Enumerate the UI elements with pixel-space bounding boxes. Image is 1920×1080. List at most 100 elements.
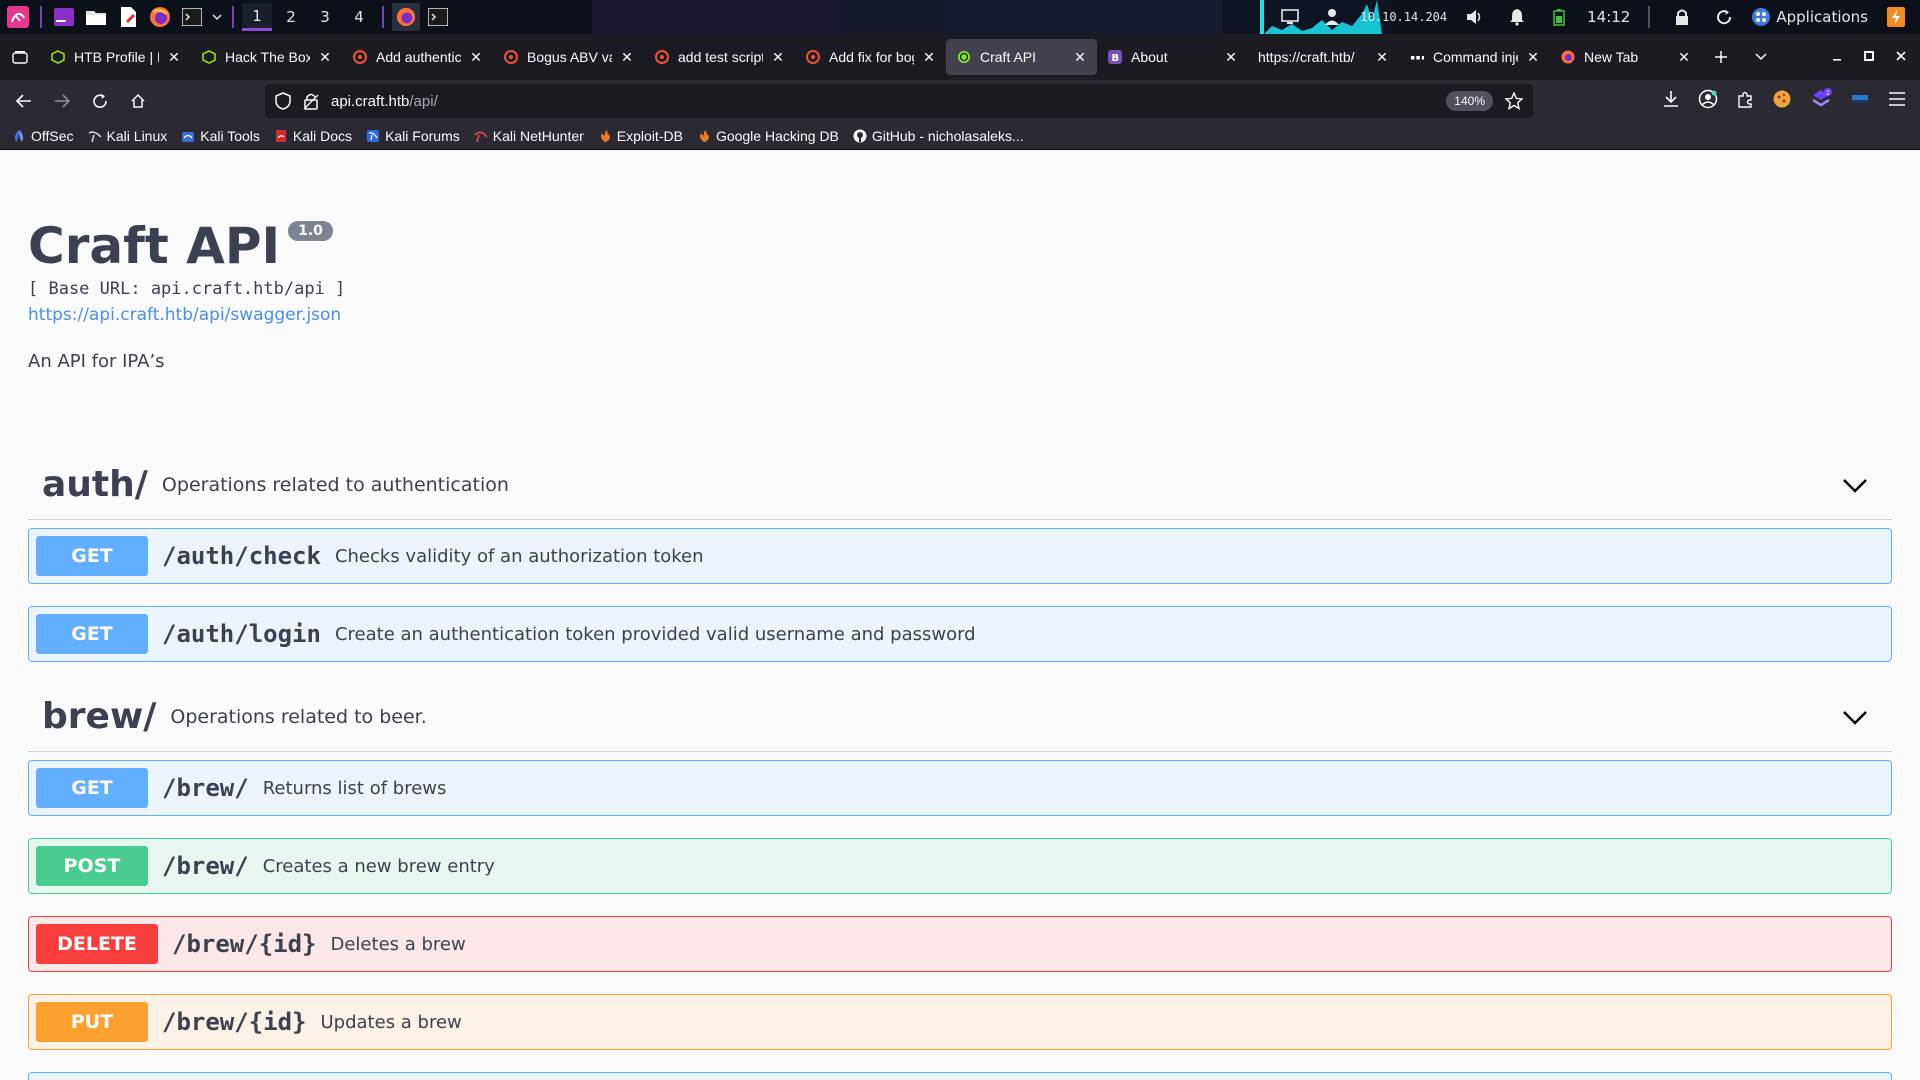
refresh-session-icon[interactable] [1710, 3, 1738, 31]
text-editor-icon[interactable] [114, 3, 142, 31]
close-icon[interactable]: ✕ [1073, 49, 1087, 66]
extensions-puzzle-icon[interactable] [1736, 90, 1754, 112]
operation-summary: Updates a brew [320, 1011, 462, 1033]
new-tab-button[interactable] [1701, 34, 1741, 80]
zoom-level-indicator[interactable]: 140% [1446, 91, 1493, 111]
lock-insecure-icon[interactable] [303, 92, 319, 110]
close-icon[interactable]: ✕ [1224, 49, 1238, 66]
terminal-launcher-icon[interactable] [178, 3, 206, 31]
close-window-icon[interactable] [1896, 49, 1906, 65]
close-icon[interactable]: ✕ [167, 49, 181, 66]
tab-add-fix[interactable]: Add fix for bog ✕ [795, 39, 946, 75]
tag-header-brew[interactable]: brew/ Operations related to beer. [28, 682, 1892, 752]
url-bar[interactable]: api.craft.htb/api/ 140% [265, 84, 1533, 118]
api-title: Craft API 1.0 [28, 217, 345, 275]
volume-icon[interactable] [1461, 3, 1489, 31]
api-description: An API for IPA’s [28, 351, 165, 372]
tab-new-tab[interactable]: New Tab ✕ [1550, 39, 1701, 75]
folder-icon[interactable] [82, 3, 110, 31]
chevron-down-icon[interactable] [210, 3, 224, 31]
bookmark-kali-forums[interactable]: Kali Forums [366, 128, 460, 144]
workspace-4[interactable]: 4 [344, 3, 374, 31]
bookmark-github[interactable]: GitHub - nicholasaleks... [853, 128, 1024, 144]
tab-command-injection[interactable]: ▪▪▪ Command inje ✕ [1399, 39, 1550, 75]
terminal-app-icon[interactable] [50, 3, 78, 31]
lock-icon[interactable] [1668, 3, 1696, 31]
workspace-2[interactable]: 2 [276, 3, 306, 31]
maximize-window-icon[interactable] [1864, 49, 1874, 65]
navigation-toolbar: api.craft.htb/api/ 140% 2 [0, 80, 1920, 122]
bookmark-label: Kali Tools [200, 127, 260, 144]
kali-menu-icon[interactable] [4, 3, 32, 31]
cookie-extension-icon[interactable] [1772, 89, 1792, 113]
close-icon[interactable]: ✕ [469, 49, 483, 66]
bookmark-kali-linux[interactable]: Kali Linux [88, 128, 167, 144]
bookmark-google-hacking-db[interactable]: Google Hacking DB [697, 128, 839, 144]
workspace-3[interactable]: 3 [310, 3, 340, 31]
list-all-tabs-button[interactable] [1741, 34, 1781, 80]
reload-button[interactable] [82, 83, 118, 119]
chevron-down-icon[interactable] [1840, 702, 1870, 732]
bookmark-kali-tools[interactable]: Kali Tools [181, 128, 260, 144]
tab-label: Bogus ABV val [527, 49, 612, 65]
close-icon[interactable]: ✕ [922, 49, 936, 66]
close-icon[interactable]: ✕ [1526, 49, 1540, 66]
operation-path: /auth/check [162, 542, 321, 570]
bookmark-offsec[interactable]: OffSec [12, 128, 74, 144]
operation-get-brew[interactable]: GET /brew/ Returns list of brews [28, 760, 1892, 816]
chevron-down-icon[interactable] [1840, 470, 1870, 500]
operation-delete-brew-id[interactable]: DELETE /brew/{id} Deletes a brew [28, 916, 1892, 972]
forward-button[interactable] [44, 83, 80, 119]
tab-craft-htb[interactable]: https://craft.htb/ ✕ [1248, 39, 1399, 75]
tab-overview-button[interactable] [0, 34, 40, 80]
wappalyzer-extension-icon[interactable]: 2 [1810, 88, 1832, 114]
operation-get-auth-check[interactable]: GET /auth/check Checks validity of an au… [28, 528, 1892, 584]
home-icon [131, 93, 145, 108]
minimize-window-icon[interactable] [1832, 49, 1842, 65]
close-icon[interactable]: ✕ [620, 49, 634, 66]
tab-craft-api[interactable]: Craft API ✕ [946, 39, 1097, 75]
tab-add-test-script[interactable]: add test script ✕ [644, 39, 795, 75]
section-brew: brew/ Operations related to beer. GET /b… [28, 682, 1892, 1080]
tab-about[interactable]: B About ✕ [1097, 39, 1248, 75]
tab-bogus-abv[interactable]: Bogus ABV val ✕ [493, 39, 644, 75]
bookmark-kali-nethunter[interactable]: Kali NetHunter [474, 128, 584, 144]
operation-get-auth-login[interactable]: GET /auth/login Create an authentication… [28, 606, 1892, 662]
home-button[interactable] [120, 83, 156, 119]
close-icon[interactable]: ✕ [771, 49, 785, 66]
notification-bell-icon[interactable] [1503, 3, 1531, 31]
tab-add-authentication[interactable]: Add authentic ✕ [342, 39, 493, 75]
operation-post-brew[interactable]: POST /brew/ Creates a new brew entry [28, 838, 1892, 894]
operation-put-brew-id[interactable]: PUT /brew/{id} Updates a brew [28, 994, 1892, 1050]
hamburger-menu-icon[interactable] [1888, 91, 1906, 111]
bookmark-kali-docs[interactable]: Kali Docs [274, 128, 352, 144]
tab-htb-profile[interactable]: HTB Profile | H ✕ [40, 39, 191, 75]
firefox-window-icon[interactable] [392, 3, 420, 31]
firefox-launcher-icon[interactable] [146, 3, 174, 31]
kali-icon [88, 129, 102, 143]
bookmark-exploit-db[interactable]: Exploit-DB [598, 128, 683, 144]
operation-summary: Returns list of brews [262, 777, 447, 799]
close-icon[interactable]: ✕ [1375, 49, 1389, 66]
tracking-protection-shield-icon[interactable] [275, 92, 291, 110]
operation-partial-next[interactable] [28, 1072, 1892, 1080]
power-icon[interactable] [1882, 3, 1910, 31]
bootstrap-icon: B [1107, 49, 1123, 65]
terminal-window-icon[interactable] [424, 3, 452, 31]
tab-hack-the-box[interactable]: Hack The Box : ✕ [191, 39, 342, 75]
operation-summary: Create an authentication token provided … [334, 623, 976, 645]
container-extension-icon[interactable] [1850, 89, 1870, 113]
swagger-json-link[interactable]: https://api.craft.htb/api/swagger.json [28, 305, 345, 325]
url-text[interactable]: api.craft.htb/api/ [331, 93, 1434, 110]
close-icon[interactable]: ✕ [1677, 49, 1691, 66]
applications-menu[interactable]: Applications [1752, 8, 1868, 26]
display-icon[interactable] [1276, 3, 1304, 31]
bookmark-star-icon[interactable] [1505, 92, 1523, 110]
close-icon[interactable]: ✕ [318, 49, 332, 66]
gogs-icon [654, 49, 670, 65]
downloads-icon[interactable] [1662, 90, 1680, 112]
tag-header-auth[interactable]: auth/ Operations related to authenticati… [28, 450, 1892, 520]
account-icon[interactable] [1698, 89, 1718, 113]
workspace-1[interactable]: 1 [242, 3, 272, 31]
back-button[interactable] [6, 83, 42, 119]
